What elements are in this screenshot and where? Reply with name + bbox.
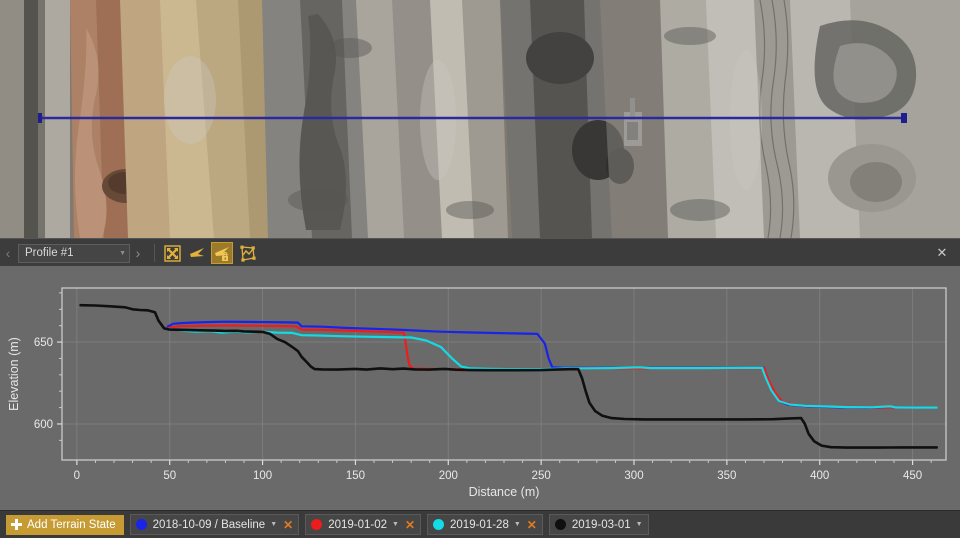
- profile-toolbar: ‹ Profile #1 ▼ ›: [0, 238, 960, 268]
- terrain-state-color-dot: [311, 519, 322, 530]
- profile-selector-dropdown[interactable]: Profile #1 ▼: [18, 244, 130, 263]
- terrain-states-bar: Add Terrain State 2018-10-09 / Baseline ▼…: [0, 510, 960, 538]
- x-axis-label: Distance (m): [469, 485, 540, 499]
- svg-text:0: 0: [74, 470, 80, 482]
- terrain-state-color-dot: [555, 519, 566, 530]
- svg-text:300: 300: [624, 470, 643, 482]
- profile-viewer-window: ‹ Profile #1 ▼ ›: [0, 0, 960, 538]
- chart-canvas: 0 50 100 150 200 250 300 350 400 450 600 650 Distan…: [0, 266, 960, 510]
- remove-terrain-state-icon[interactable]: ✕: [283, 519, 293, 531]
- terrain-state-chip[interactable]: 2019-01-28 ▼ ✕: [427, 514, 543, 535]
- close-panel-button[interactable]: ✕: [932, 243, 952, 263]
- svg-text:50: 50: [163, 470, 176, 482]
- terrain-state-label: 2019-01-02: [328, 519, 387, 531]
- svg-text:450: 450: [903, 470, 922, 482]
- remove-terrain-state-icon[interactable]: ✕: [527, 519, 537, 531]
- chevron-down-icon[interactable]: ▼: [636, 521, 643, 528]
- add-terrain-state-label: Add Terrain State: [27, 519, 116, 531]
- profile-selector-value: Profile #1: [25, 247, 119, 259]
- terrain-state-label: 2018-10-09 / Baseline: [153, 519, 266, 531]
- svg-text:200: 200: [439, 470, 458, 482]
- measure-flag-icon[interactable]: [186, 242, 208, 264]
- terrain-state-chip[interactable]: 2019-01-02 ▼ ✕: [305, 514, 421, 535]
- svg-text:100: 100: [253, 470, 272, 482]
- chevron-down-icon[interactable]: ▼: [392, 521, 399, 528]
- chevron-down-icon[interactable]: ▼: [514, 521, 521, 528]
- toolbar-divider: [154, 244, 155, 262]
- terrain-state-label: 2019-01-28: [450, 519, 509, 531]
- next-profile-button[interactable]: ›: [130, 241, 146, 265]
- terrain-state-chip[interactable]: 2018-10-09 / Baseline ▼ ✕: [130, 514, 300, 535]
- aerial-imagery: [0, 0, 960, 238]
- terrain-state-chip[interactable]: 2019-03-01 ▼: [549, 514, 649, 535]
- svg-text:350: 350: [717, 470, 736, 482]
- svg-text:400: 400: [810, 470, 829, 482]
- svg-text:600: 600: [34, 419, 53, 431]
- zoom-extent-icon[interactable]: [236, 242, 258, 264]
- plus-icon: [11, 519, 22, 530]
- aerial-map-view[interactable]: [0, 0, 960, 238]
- chevron-down-icon: ▼: [119, 250, 126, 257]
- terrain-state-color-dot: [433, 519, 444, 530]
- previous-profile-button[interactable]: ‹: [0, 241, 16, 265]
- svg-text:650: 650: [34, 337, 53, 349]
- y-axis-label: Elevation (m): [7, 337, 21, 411]
- svg-text:150: 150: [346, 470, 365, 482]
- chevron-down-icon[interactable]: ▼: [270, 521, 277, 528]
- fit-profile-icon[interactable]: [161, 242, 183, 264]
- terrain-state-color-dot: [136, 519, 147, 530]
- add-terrain-state-button[interactable]: Add Terrain State: [6, 515, 124, 535]
- terrain-state-list: 2018-10-09 / Baseline▼✕2019-01-02▼✕2019-…: [124, 514, 649, 535]
- lock-flag-icon[interactable]: [211, 242, 233, 264]
- elevation-profile-chart[interactable]: 0 50 100 150 200 250 300 350 400 450 600 650 Distan…: [0, 266, 960, 510]
- remove-terrain-state-icon[interactable]: ✕: [405, 519, 415, 531]
- terrain-state-label: 2019-03-01: [572, 519, 631, 531]
- svg-text:250: 250: [532, 470, 551, 482]
